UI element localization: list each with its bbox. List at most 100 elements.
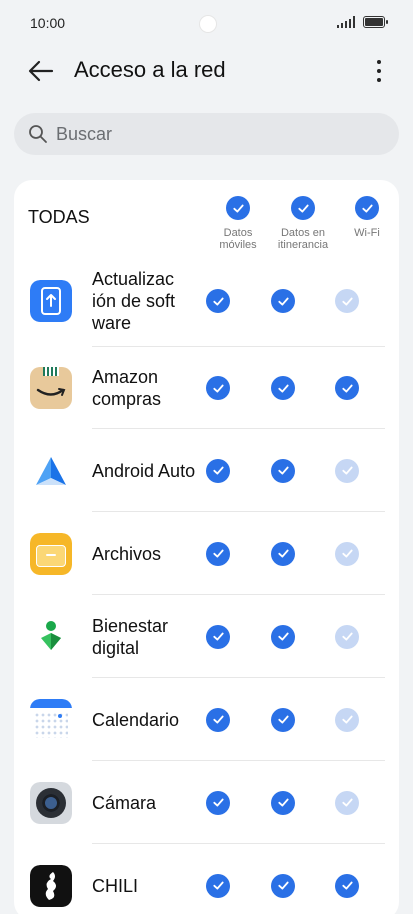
dot: [377, 69, 381, 73]
status-time: 10:00: [30, 15, 66, 31]
check-icon: [212, 715, 224, 724]
roaming-toggle[interactable]: [271, 376, 295, 400]
check-icon: [341, 798, 353, 807]
app-name: Bienestar digital: [92, 615, 169, 658]
check-icon: [297, 204, 309, 212]
network-access-card: TODAS Datos móviles Datos en itinerancia…: [14, 180, 399, 914]
dot: [377, 60, 381, 64]
mobile-toggle[interactable]: [206, 624, 230, 649]
check-icon: [277, 715, 289, 724]
all-label: TODAS: [28, 207, 90, 227]
check-icon: [341, 632, 353, 641]
wifi-toggle[interactable]: [335, 707, 359, 732]
all-wifi-toggle[interactable]: [355, 196, 379, 220]
arrow-left-icon: [28, 60, 54, 82]
app-name: Calendario: [92, 709, 180, 730]
column-label: Wi-Fi: [354, 227, 380, 239]
all-apps-row: TODAS Datos móviles Datos en itinerancia…: [14, 180, 399, 256]
wifi-toggle[interactable]: [335, 541, 359, 566]
roaming-toggle[interactable]: [271, 707, 295, 732]
check-icon: [212, 466, 224, 475]
column-label: Datos móviles: [219, 227, 257, 251]
app-row: Android Auto: [36, 428, 385, 511]
search-icon: [29, 125, 47, 143]
status-bar: 10:00: [0, 0, 413, 44]
more-options-button[interactable]: [365, 54, 393, 88]
roaming-toggle[interactable]: [271, 873, 295, 898]
app-row: Archivos: [30, 511, 385, 594]
app-row: CHILI: [30, 843, 385, 914]
mobile-toggle[interactable]: [206, 376, 230, 400]
roaming-toggle[interactable]: [271, 541, 295, 566]
check-icon: [341, 881, 353, 890]
check-icon: [361, 204, 373, 212]
top-app-bar: Acceso a la red: [0, 48, 413, 92]
check-icon: [341, 466, 353, 475]
camera-icon: [30, 781, 72, 824]
digital-wellbeing-icon: [30, 616, 72, 658]
column-wifi: Wi-Fi: [335, 196, 399, 239]
roaming-toggle[interactable]: [271, 790, 295, 815]
page-title: Acceso a la red: [74, 57, 226, 82]
status-icons: [337, 16, 388, 28]
check-icon: [277, 549, 289, 558]
check-icon: [341, 297, 353, 305]
check-icon: [212, 881, 224, 890]
all-mobile-data-toggle[interactable]: [226, 196, 250, 220]
app-row: Calendario: [30, 677, 385, 760]
files-icon: [30, 532, 72, 575]
app-name: Amazon compras: [92, 367, 162, 409]
dot: [377, 78, 381, 82]
check-icon: [212, 632, 224, 641]
app-name: CHILI: [92, 875, 139, 896]
signal-icon: [337, 16, 355, 28]
column-roaming-data: Datos en itinerancia: [271, 196, 335, 251]
roaming-toggle[interactable]: [271, 624, 295, 649]
front-camera: [200, 16, 216, 32]
wifi-toggle[interactable]: [335, 624, 359, 649]
calendar-icon: [30, 698, 72, 741]
check-icon: [341, 549, 353, 558]
check-icon: [212, 549, 224, 558]
check-icon: [277, 881, 289, 890]
check-icon: [277, 632, 289, 641]
back-button[interactable]: [26, 56, 56, 86]
app-row: Bienestar digital: [41, 594, 385, 677]
app-list: Actualización de software Amazon compras A…: [14, 256, 399, 914]
mobile-toggle[interactable]: [206, 873, 230, 898]
column-mobile-data: Datos móviles: [206, 196, 270, 251]
wifi-toggle[interactable]: [335, 458, 359, 483]
check-icon: [277, 297, 289, 305]
mobile-toggle[interactable]: [206, 790, 230, 815]
check-icon: [277, 798, 289, 807]
mobile-toggle[interactable]: [206, 707, 230, 732]
chili-icon: [30, 864, 72, 907]
search-input[interactable]: [56, 123, 356, 145]
amazon-icon: [30, 367, 72, 409]
battery-icon: [363, 16, 388, 28]
wifi-toggle[interactable]: [335, 289, 359, 313]
wifi-toggle[interactable]: [335, 790, 359, 815]
check-icon: [341, 715, 353, 724]
mobile-toggle[interactable]: [206, 458, 230, 483]
wifi-toggle[interactable]: [335, 376, 359, 400]
app-row: Actualización de software: [30, 256, 385, 346]
search-bar[interactable]: [14, 113, 399, 155]
check-icon: [212, 798, 224, 807]
app-name: Archivos: [92, 543, 162, 564]
app-name: Android Auto: [92, 460, 196, 481]
app-row: Cámara: [30, 760, 385, 843]
mobile-toggle[interactable]: [206, 289, 230, 313]
roaming-toggle[interactable]: [271, 289, 295, 313]
app-name: Actualización de software: [92, 269, 176, 333]
check-icon: [277, 384, 289, 392]
app-name: Cámara: [92, 792, 157, 813]
roaming-toggle[interactable]: [271, 458, 295, 483]
all-roaming-data-toggle[interactable]: [291, 196, 315, 220]
check-icon: [341, 384, 353, 392]
check-icon: [212, 297, 224, 305]
check-icon: [212, 384, 224, 392]
wifi-toggle[interactable]: [335, 873, 359, 898]
mobile-toggle[interactable]: [206, 541, 230, 566]
check-icon: [232, 204, 244, 212]
